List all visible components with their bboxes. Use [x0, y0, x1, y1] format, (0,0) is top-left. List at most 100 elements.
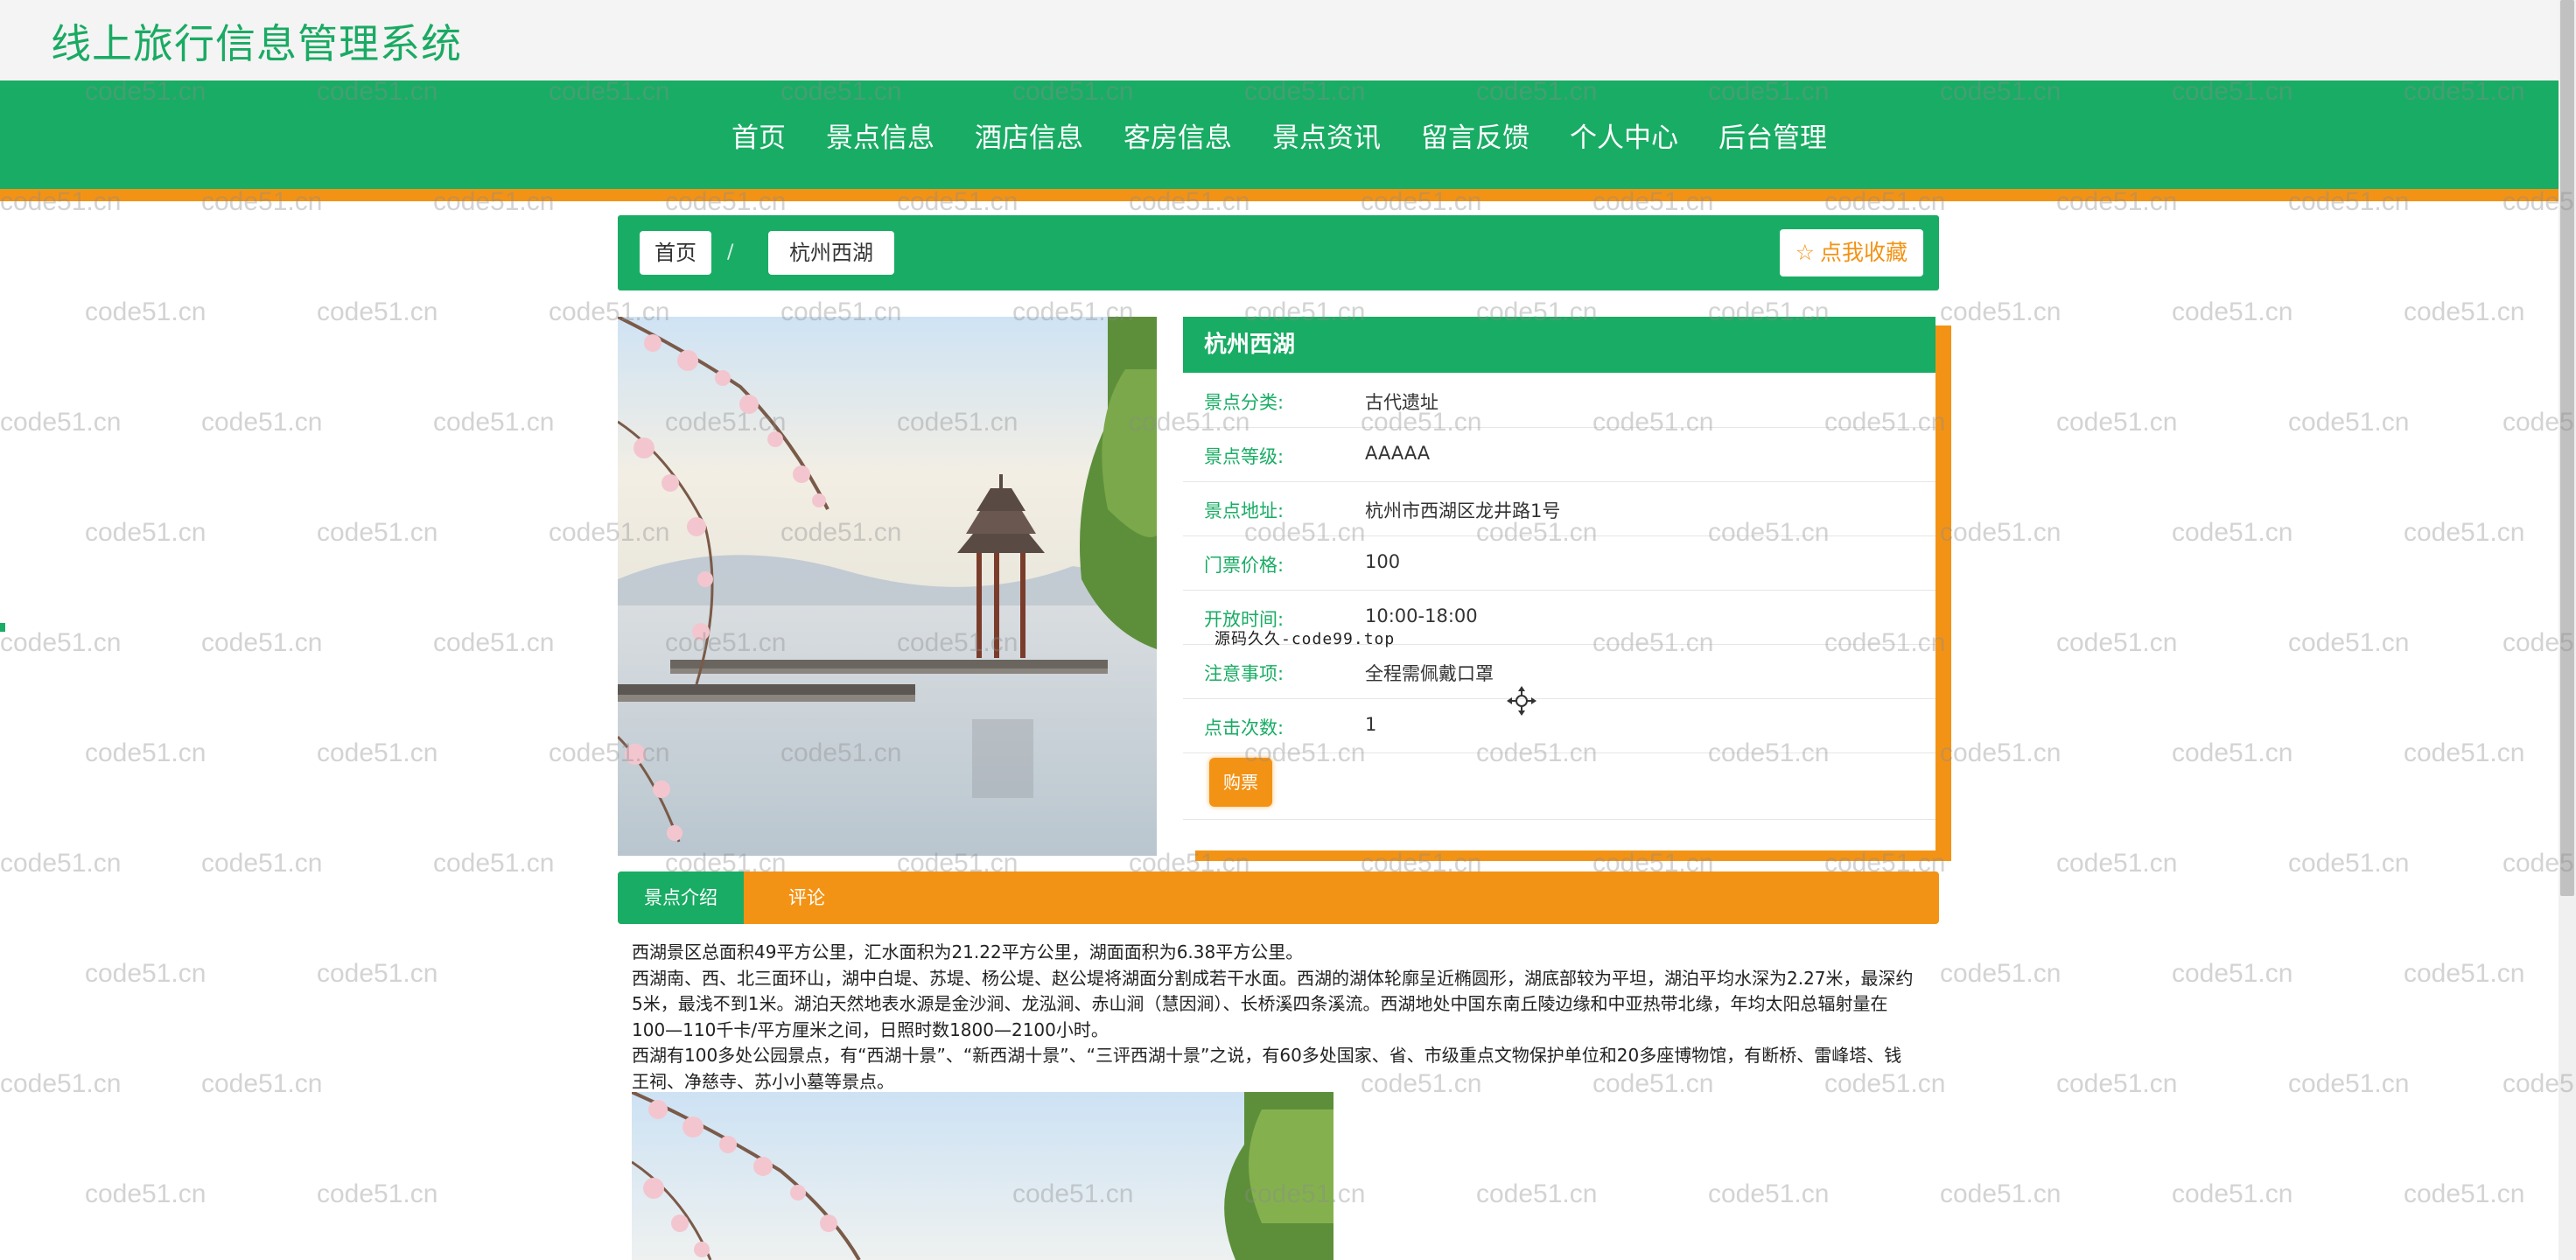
watermark: code51.cn [85, 1180, 206, 1208]
nav-feedback[interactable]: 留言反馈 [1421, 116, 1530, 155]
attraction-description: 西湖景区总面积49平方公里，汇水面积为21.22平方公里，湖面面积为6.38平方… [632, 940, 1918, 1095]
buy-ticket-button[interactable]: 购票 [1209, 758, 1272, 807]
detail-label: 点击次数: [1204, 718, 1284, 738]
watermark: code51.cn [2172, 298, 2293, 326]
edge-marker [0, 623, 5, 632]
watermark: code51.cn [2288, 1069, 2410, 1098]
scrollbar-thumb[interactable] [2560, 0, 2574, 896]
breadcrumb-home[interactable]: 首页 [640, 231, 711, 275]
watermark: code51.cn [2056, 408, 2178, 437]
watermark: code51.cn [317, 298, 438, 326]
description-photo [632, 1092, 1334, 1260]
detail-row-level: 景点等级: AAAAA [1183, 427, 1936, 482]
favorite-button[interactable]: ☆ 点我收藏 [1779, 229, 1923, 276]
nav-home[interactable]: 首页 [732, 116, 786, 155]
watermark: code51.cn [85, 738, 206, 767]
watermark: code51.cn [2288, 628, 2410, 657]
detail-value: AAAAA [1365, 443, 1431, 464]
star-outline-icon: ☆ [1795, 240, 1815, 265]
watermark: code51.cn [2172, 518, 2293, 547]
detail-label: 门票价格: [1204, 555, 1284, 576]
detail-row-category: 景点分类: 古代遗址 [1183, 373, 1936, 428]
detail-label: 景点等级: [1204, 446, 1284, 467]
watermark: code51.cn [201, 1069, 323, 1098]
content-tabs: 景点介绍 评论 [618, 872, 1939, 924]
source-overlay-text: 源码久久-code99.top [1214, 630, 1396, 648]
watermark: code51.cn [85, 959, 206, 988]
nav-personal-center[interactable]: 个人中心 [1570, 116, 1678, 155]
watermark: code51.cn [2056, 1069, 2178, 1098]
breadcrumb: 首页 / 杭州西湖 ☆ 点我收藏 [618, 215, 1939, 290]
nav-rooms[interactable]: 客房信息 [1124, 116, 1232, 155]
detail-row-actions [1183, 752, 1936, 820]
site-title: 线上旅行信息管理系统 [51, 20, 462, 67]
detail-value: 全程需佩戴口罩 [1365, 663, 1494, 684]
nav-admin[interactable]: 后台管理 [1718, 116, 1827, 155]
tab-reviews[interactable]: 评论 [744, 872, 870, 924]
detail-row-address: 景点地址: 杭州市西湖区龙井路1号 [1183, 481, 1936, 536]
nav-attractions[interactable]: 景点信息 [826, 116, 934, 155]
watermark: code51.cn [433, 849, 555, 878]
watermark: code51.cn [1940, 738, 2062, 767]
watermark: code51.cn [1940, 518, 2062, 547]
watermark: code51.cn [2172, 959, 2293, 988]
detail-label: 景点分类: [1204, 392, 1284, 413]
watermark: code51.cn [85, 518, 206, 547]
watermark: code51.cn [2172, 738, 2293, 767]
watermark: code51.cn [0, 849, 122, 878]
watermark: code51.cn [317, 1180, 438, 1208]
nav-attraction-news[interactable]: 景点资讯 [1272, 116, 1381, 155]
detail-value: 10:00-18:00 [1365, 606, 1478, 626]
detail-value: 古代遗址 [1365, 392, 1438, 413]
watermark: code51.cn [2288, 849, 2410, 878]
breadcrumb-separator: / [727, 242, 734, 263]
watermark: code51.cn [201, 408, 323, 437]
watermark: code51.cn [2288, 408, 2410, 437]
watermark: code51.cn [1940, 1180, 2062, 1208]
watermark: code51.cn [1476, 1180, 1598, 1208]
top-header: 线上旅行信息管理系统 [0, 0, 2576, 80]
watermark: code51.cn [2404, 298, 2525, 326]
watermark: code51.cn [201, 849, 323, 878]
move-cursor-icon [1507, 686, 1536, 716]
watermark: code51.cn [2404, 738, 2525, 767]
watermark: code51.cn [0, 1069, 122, 1098]
watermark: code51.cn [433, 408, 555, 437]
watermark: code51.cn [1940, 298, 2062, 326]
detail-title: 杭州西湖 [1183, 317, 1936, 373]
tab-attraction-intro[interactable]: 景点介绍 [618, 872, 744, 924]
favorite-label: 点我收藏 [1819, 240, 1908, 265]
detail-value: 100 [1365, 551, 1401, 572]
watermark: code51.cn [85, 298, 206, 326]
detail-row-notes: 注意事项: 全程需佩戴口罩 [1183, 644, 1936, 699]
watermark: code51.cn [0, 628, 122, 657]
watermark: code51.cn [317, 518, 438, 547]
watermark: code51.cn [201, 628, 323, 657]
watermark: code51.cn [1940, 959, 2062, 988]
watermark: code51.cn [2404, 959, 2525, 988]
watermark: code51.cn [2172, 1180, 2293, 1208]
watermark: code51.cn [433, 628, 555, 657]
watermark: code51.cn [2056, 628, 2178, 657]
description-paragraph: 西湖南、西、北三面环山，湖中白堤、苏堤、杨公堤、赵公堤将湖面分割成若干水面。西湖… [632, 967, 1914, 1040]
watermark: code51.cn [1708, 1180, 1830, 1208]
attraction-photo [618, 317, 1157, 856]
watermark: code51.cn [2404, 518, 2525, 547]
nav-hotels[interactable]: 酒店信息 [975, 116, 1083, 155]
watermark: code51.cn [317, 738, 438, 767]
description-paragraph: 西湖有100多处公园景点，有“西湖十景”、“新西湖十景”、“三评西湖十景”之说，… [632, 1045, 1902, 1092]
detail-row-price: 门票价格: 100 [1183, 536, 1936, 591]
main-navigation: 首页 景点信息 酒店信息 客房信息 景点资讯 留言反馈 个人中心 后台管理 [0, 80, 2558, 189]
description-paragraph: 西湖景区总面积49平方公里，汇水面积为21.22平方公里，湖面面积为6.38平方… [632, 942, 1304, 962]
detail-value: 杭州市西湖区龙井路1号 [1365, 500, 1561, 522]
detail-label: 注意事项: [1204, 663, 1284, 684]
detail-label: 景点地址: [1204, 500, 1284, 522]
attraction-details: 杭州西湖 景点分类: 古代遗址 景点等级: AAAAA 景点地址: 杭州市西湖区… [1183, 317, 1936, 850]
watermark: code51.cn [2056, 849, 2178, 878]
watermark: code51.cn [2404, 1180, 2525, 1208]
nav-accent-stripe [0, 189, 2558, 201]
detail-row-clicks: 点击次数: 1 [1183, 698, 1936, 753]
watermark: code51.cn [0, 408, 122, 437]
breadcrumb-current[interactable]: 杭州西湖 [768, 231, 894, 275]
watermark: code51.cn [317, 959, 438, 988]
